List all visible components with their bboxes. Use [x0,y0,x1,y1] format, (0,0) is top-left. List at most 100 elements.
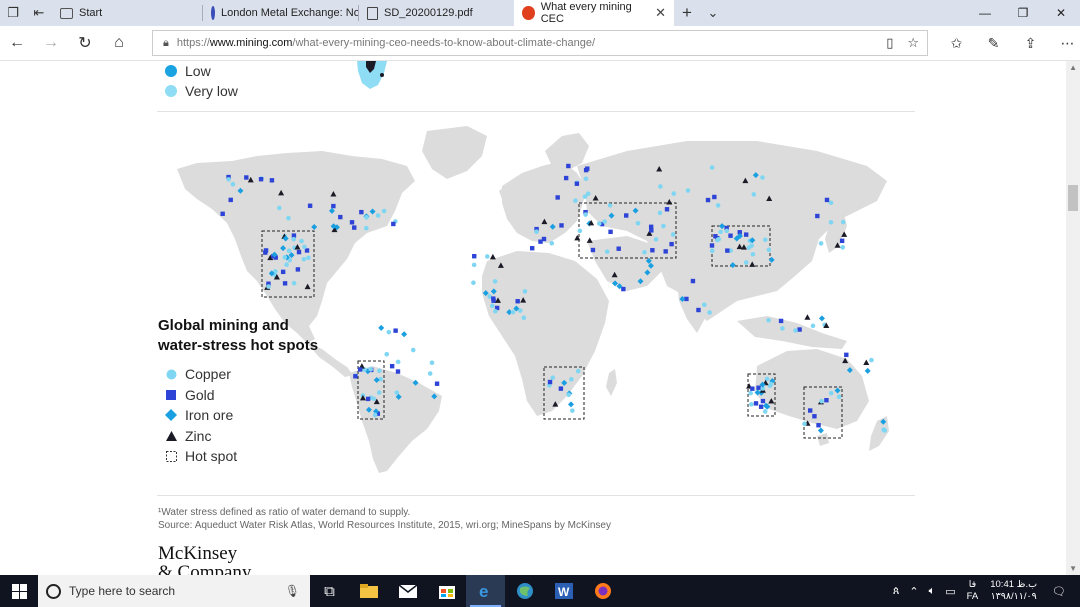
copper-mine-marker [810,323,816,329]
tab-start[interactable]: Start [52,0,202,26]
refresh-icon[interactable]: ↻ [68,26,102,60]
mail-icon[interactable] [388,575,427,607]
tab-label: What every mining CEC [540,1,632,25]
copper-mine-marker [577,228,583,234]
word-icon[interactable]: W [544,575,583,607]
copper-mine-marker [371,396,377,402]
scroll-down-arrow-icon[interactable]: ▼ [1069,564,1077,573]
home-icon[interactable]: ⌂ [102,26,136,60]
tab-sd-pdf[interactable]: SD_20200129.pdf [359,0,514,26]
copper-mine-marker [685,188,691,193]
address-toolbar: ← → ↻ ⌂ 🔒︎ https://www.mining.com/what-e… [0,26,1080,61]
copper-mine-marker [709,165,715,170]
copper-mine-marker [819,399,824,404]
copper-mine-marker [707,310,712,315]
copper-mine-marker [284,262,289,267]
gold-mine-marker [624,213,629,218]
gold-mine-marker [559,223,564,228]
people-icon[interactable]: ጰ [893,585,900,598]
microphone-icon[interactable]: 🎙︎ [285,584,300,598]
gold-mine-marker [690,278,696,284]
copper-mine-marker [653,237,659,242]
clock[interactable]: 10:41 ب.ظ ۱۳۹۸/۱۱/۰۹ [990,579,1037,603]
copper-mine-marker [869,357,874,363]
legend-label: Hot spot [185,448,238,465]
page-content[interactable]: Low Very low Global mining and water-str… [0,61,1080,575]
copper-mine-marker [715,203,721,208]
globe-app-icon[interactable] [505,575,544,607]
map-title: Global mining and water-stress hot spots [158,316,358,356]
legend-item-hot-spot: Hot spot [165,446,237,467]
more-menu-icon[interactable]: ⋯ [1051,27,1080,61]
iron-mine-marker [817,427,824,434]
copper-mine-marker [550,375,556,380]
language-code: FA [966,591,979,602]
svg-text:e: e [479,582,488,600]
gold-mine-marker [669,241,674,247]
vertical-scrollbar[interactable]: ▲ ▼ [1066,61,1080,575]
copper-mine-marker [301,256,307,262]
iron-mine-marker [401,331,408,338]
svg-text:W: W [558,585,570,599]
show-hidden-icons-chevron-icon[interactable]: ⌃ [909,585,918,598]
lock-icon: 🔒︎ [163,36,169,49]
copper-mine-marker [670,232,676,237]
gold-mine-marker [228,197,233,203]
taskbar-search-box[interactable]: Type here to search 🎙︎ [38,575,310,607]
logo-line: McKinsey [158,543,238,564]
tab-preview-chevron-icon[interactable]: ⌄ [700,0,726,26]
copper-mine-marker [602,219,607,224]
favorites-hub-icon[interactable]: ✩ [940,27,973,61]
legend-label: Zinc [185,427,212,444]
tab-actions-icon[interactable]: ❐ [0,0,26,26]
copper-mine-marker [828,200,834,206]
language-indicator[interactable]: فا FA [967,579,979,603]
notifications-icon[interactable]: 🗨︎ [1052,585,1066,598]
volume-icon[interactable]: 🔈︎ [929,585,936,598]
store-icon[interactable] [427,575,466,607]
tab-mining-ceo[interactable]: What every mining CEC ✕ [514,0,674,26]
copper-mine-marker [658,184,663,189]
copper-mine-marker [635,220,641,226]
copper-mine-marker [575,368,581,374]
gold-mine-marker [244,175,249,180]
url-path: /what-every-mining-ceo-needs-to-know-abo… [292,37,596,49]
battery-icon[interactable]: ▭ [945,585,955,598]
gold-mine-marker [491,298,496,303]
address-field[interactable]: 🔒︎ https://www.mining.com/what-every-min… [152,30,928,56]
copper-mine-marker [716,236,722,242]
share-icon[interactable]: ⇪ [1014,27,1047,61]
gold-mine-marker [555,195,560,200]
language-script: فا [968,579,977,590]
section-divider [157,495,915,496]
mining-favicon-icon [522,6,535,20]
gold-mine-marker [815,213,820,219]
firefox-icon[interactable] [583,575,622,607]
gold-mine-marker [824,397,829,403]
gold-mine-marker [558,386,564,391]
legend-item-copper: Copper [165,364,237,385]
file-explorer-icon[interactable] [349,575,388,607]
gold-mine-marker [758,404,764,409]
copper-mine-marker [226,177,231,182]
scroll-up-arrow-icon[interactable]: ▲ [1069,63,1077,72]
task-view-icon[interactable]: ⧉ [310,575,349,607]
pen-notes-icon[interactable]: ✎ [977,27,1010,61]
windows-start-icon[interactable] [0,575,38,607]
tab-london-metal-exchange[interactable]: London Metal Exchange: No [203,0,358,26]
edge-browser-icon[interactable]: e [466,575,505,607]
reading-view-icon[interactable]: ▯ [886,35,893,51]
copper-mine-marker [718,229,723,235]
new-tab-icon[interactable]: + [674,0,700,26]
forward-arrow-icon[interactable]: → [34,26,68,60]
minimize-icon[interactable]: — [966,0,1004,26]
close-tab-icon[interactable]: ✕ [655,5,666,21]
restore-icon[interactable]: ❐ [1004,0,1042,26]
close-window-icon[interactable]: ✕ [1042,0,1080,26]
back-arrow-icon[interactable]: ← [0,26,34,60]
favorite-star-icon[interactable]: ☆ [907,35,919,51]
scrollbar-thumb[interactable] [1068,185,1078,211]
tab-label: Start [79,7,103,19]
set-aside-tabs-icon[interactable]: ⇤ [26,0,52,26]
start-page-icon [60,7,73,19]
